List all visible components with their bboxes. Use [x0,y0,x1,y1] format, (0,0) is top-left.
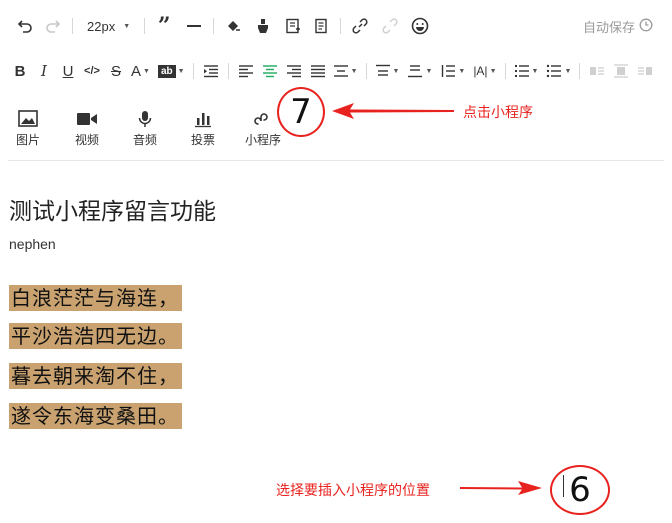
line-height-dropdown[interactable]: ▼ [440,60,465,82]
horizontal-rule-icon[interactable] [183,15,205,37]
spacing-bottom-icon [408,65,423,78]
video-camera-icon [77,113,97,125]
poem-line[interactable]: 平沙浩浩四无边。 [9,323,182,349]
underline-icon[interactable]: U [59,60,77,82]
unlink-icon[interactable] [379,15,401,37]
float-left-icon[interactable] [588,60,606,82]
chevron-down-icon: ▼ [350,67,358,75]
unordered-list-icon [547,64,562,78]
align-center-icon[interactable] [261,60,279,82]
bar-chart-icon [195,113,211,128]
arrow-icon [332,103,454,119]
arrow-icon [460,481,542,495]
chevron-down-icon: ▼ [425,67,433,75]
insert-vote-button[interactable]: 投票 [191,110,215,148]
toolbar-row-2: B I U </> S A ▼ ab ▼ ▼ ▼ ▼ ▼ |A| ▼ ▼ ▼ [11,60,654,82]
chevron-down-icon: ▼ [143,67,150,75]
quote-icon[interactable]: ” [153,13,175,39]
insert-audio-button[interactable]: 音频 [133,110,157,148]
font-color-dropdown[interactable]: A ▼ [131,60,150,82]
separator [192,63,194,79]
emoji-icon[interactable] [409,15,431,37]
insert-template-icon[interactable] [282,15,304,37]
float-none-icon[interactable] [612,60,630,82]
media-label: 投票 [191,133,216,147]
redo-icon[interactable] [42,15,64,37]
italic-icon[interactable]: I [35,60,53,82]
microphone-icon [138,111,152,127]
step-6-number: 6 [569,470,591,510]
background-color-dropdown[interactable]: ab ▼ [157,60,185,82]
align-left-icon[interactable] [237,60,255,82]
separator [504,63,506,79]
media-label: 图片 [16,133,41,147]
strikethrough-icon[interactable]: S [107,60,125,82]
link-icon[interactable] [349,15,371,37]
toolbar-row-1: 22px ▼ ” [14,13,431,39]
chevron-down-icon: ▼ [458,67,466,75]
insert-miniprogram-button[interactable]: 小程序 [245,110,281,148]
document-icon[interactable] [310,15,332,37]
separator [72,18,73,34]
distribute-dropdown[interactable]: ▼ [333,60,358,82]
line-height-icon [442,65,456,77]
clear-format-icon[interactable] [222,15,244,37]
float-right-icon[interactable] [636,60,654,82]
font-size-dropdown[interactable]: 22px ▼ [81,15,136,37]
insert-video-button[interactable]: 视频 [75,110,99,148]
poem-line[interactable]: 遂令东海变桑田。 [9,403,182,429]
font-size-value: 22px [87,18,116,34]
separator [227,63,229,79]
ordered-list-dropdown[interactable]: ▼ [514,60,539,82]
separator [340,18,342,34]
letter-spacing-dropdown[interactable]: |A| ▼ [473,60,496,82]
media-label: 视频 [75,133,100,147]
step-7-marker: 7 [277,87,325,137]
step-7-number: 7 [290,92,312,132]
article-author[interactable]: nephen [9,236,56,252]
font-color-icon: A [131,62,142,80]
chevron-down-icon: ▼ [531,67,539,75]
separator [579,63,581,79]
letter-spacing-icon: |A| [473,64,488,78]
background-color-icon: ab [157,64,176,78]
chevron-down-icon: ▼ [489,67,497,75]
unordered-list-dropdown[interactable]: ▼ [546,60,571,82]
poem-line[interactable]: 暮去朝来淘不住， [9,363,182,389]
separator [213,18,215,34]
step-6-instruction: 选择要插入小程序的位置 [276,483,430,499]
chevron-down-icon: ▼ [564,67,572,75]
separator [144,18,146,34]
separator [365,63,367,79]
toolbar-divider [8,160,664,161]
autosave-toggle[interactable]: 自动保存 [583,17,653,36]
indent-icon[interactable] [202,60,220,82]
code-icon[interactable]: </> [82,60,102,82]
spacing-top-icon [375,64,390,76]
media-label: 音频 [133,133,158,147]
article-title[interactable]: 测试小程序留言功能 [9,192,216,226]
clock-icon [639,18,653,35]
ordered-list-icon [514,65,529,77]
miniprogram-icon [254,113,268,125]
media-label: 小程序 [245,133,282,147]
paragraph-spacing-top-dropdown[interactable]: ▼ [375,60,400,82]
step-7-instruction: 点击小程序 [463,105,533,121]
distribute-icon [333,65,348,77]
bold-icon[interactable]: B [11,60,29,82]
align-justify-icon[interactable] [309,60,327,82]
undo-icon[interactable] [14,15,36,37]
step-6-marker: 6 [550,465,610,515]
chevron-down-icon: ▼ [392,67,400,75]
poem-line[interactable]: 白浪茫茫与海连， [9,285,182,311]
paragraph-spacing-bottom-dropdown[interactable]: ▼ [407,60,432,82]
insert-image-button[interactable]: 图片 [16,110,40,148]
chevron-down-icon: ▼ [177,67,185,75]
image-icon [18,110,38,127]
format-painter-icon[interactable] [252,15,274,37]
align-right-icon[interactable] [285,60,303,82]
chevron-down-icon: ▼ [123,22,131,30]
autosave-label: 自动保存 [583,20,636,35]
